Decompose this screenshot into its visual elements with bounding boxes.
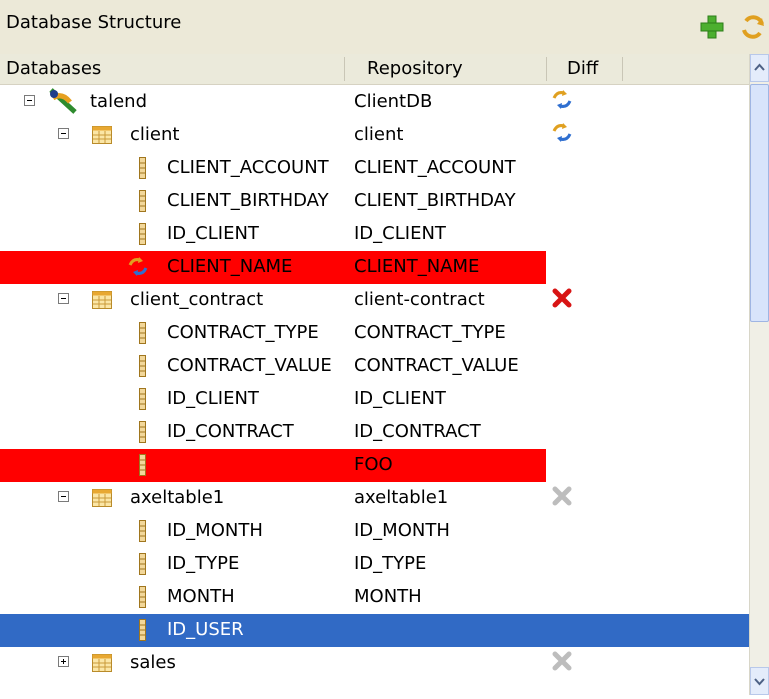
column-icon [139, 157, 146, 179]
column-icon [139, 190, 146, 212]
scroll-thumb[interactable] [750, 84, 769, 322]
row-highlight [0, 614, 749, 647]
database-name: axeltable1 [130, 487, 225, 508]
row-highlight [0, 449, 546, 482]
column-icon [139, 553, 146, 575]
tree-row[interactable]: ID_CLIENT ID_CLIENT [0, 383, 749, 416]
sync-icon [128, 257, 148, 276]
column-icon [139, 586, 146, 608]
repository-name: FOO [354, 454, 393, 475]
tree-row[interactable]: ID_CONTRACT ID_CONTRACT [0, 416, 749, 449]
repository-name: CONTRACT_TYPE [354, 322, 506, 343]
tree-row[interactable]: sales [0, 647, 749, 680]
sync-icon [552, 90, 572, 109]
database-name: ID_CLIENT [167, 388, 259, 409]
repository-name: ClientDB [354, 91, 433, 112]
repository-name: CONTRACT_VALUE [354, 355, 519, 376]
table-icon [92, 126, 112, 144]
database-name: CONTRACT_VALUE [167, 355, 332, 376]
database-connection-icon [49, 88, 77, 114]
repository-name: ID_MONTH [354, 520, 450, 541]
tree-row[interactable]: CONTRACT_VALUE CONTRACT_VALUE [0, 350, 749, 383]
database-name: CLIENT_ACCOUNT [167, 157, 329, 178]
database-name: CLIENT_NAME [167, 256, 293, 277]
repository-name: client [354, 124, 404, 145]
sync-icon [552, 123, 572, 142]
column-header-databases[interactable]: Databases [6, 58, 101, 79]
database-name: client_contract [130, 289, 264, 310]
tree-row[interactable]: CLIENT_ACCOUNT CLIENT_ACCOUNT [0, 152, 749, 185]
database-name: ID_MONTH [167, 520, 263, 541]
tree-row[interactable]: CLIENT_BIRTHDAY CLIENT_BIRTHDAY [0, 185, 749, 218]
repository-name: MONTH [354, 586, 422, 607]
refresh-icon[interactable] [738, 12, 768, 42]
repository-name: ID_CLIENT [354, 223, 446, 244]
column-separator[interactable] [622, 57, 623, 81]
column-header-diff[interactable]: Diff [567, 58, 598, 79]
delete-icon [552, 288, 572, 308]
collapse-icon[interactable] [58, 491, 69, 502]
tree-row[interactable]: MONTH MONTH [0, 581, 749, 614]
column-header: Databases Repository Diff [0, 54, 749, 85]
tree-row[interactable]: CONTRACT_TYPE CONTRACT_TYPE [0, 317, 749, 350]
database-name: ID_CLIENT [167, 223, 259, 244]
tree-row[interactable]: FOO [0, 449, 749, 482]
column-icon [139, 421, 146, 443]
tree-row[interactable]: client client [0, 119, 749, 152]
scroll-up-button[interactable] [750, 54, 769, 82]
vertical-scrollbar[interactable] [749, 54, 769, 695]
column-separator[interactable] [344, 57, 345, 81]
repository-name: ID_TYPE [354, 553, 427, 574]
tree-row[interactable]: CLIENT_NAME CLIENT_NAME [0, 251, 749, 284]
panel-header: Database Structure [0, 0, 769, 54]
scroll-down-button[interactable] [750, 667, 769, 695]
database-name: MONTH [167, 586, 235, 607]
database-name: client [130, 124, 180, 145]
tree-row[interactable]: ID_CLIENT ID_CLIENT [0, 218, 749, 251]
expand-icon[interactable] [58, 656, 69, 667]
table-icon [92, 489, 112, 507]
plus-icon[interactable] [697, 12, 727, 42]
database-name: ID_USER [167, 619, 244, 640]
tree-row[interactable]: ID_TYPE ID_TYPE [0, 548, 749, 581]
collapse-icon[interactable] [24, 95, 35, 106]
repository-name: ID_CONTRACT [354, 421, 481, 442]
repository-name: client-contract [354, 289, 485, 310]
database-name: CONTRACT_TYPE [167, 322, 319, 343]
chevron-up-icon [754, 63, 765, 71]
column-header-repository[interactable]: Repository [367, 58, 463, 79]
column-icon [139, 520, 146, 542]
database-name: ID_TYPE [167, 553, 240, 574]
delete-icon [552, 486, 572, 506]
tree-row[interactable]: ID_MONTH ID_MONTH [0, 515, 749, 548]
tree-table: talend ClientDB client client CLIENT_ACCOUNT… [0, 85, 749, 695]
column-icon [139, 619, 146, 641]
collapse-icon[interactable] [58, 293, 69, 304]
column-icon [139, 322, 146, 344]
database-name: CLIENT_BIRTHDAY [167, 190, 329, 211]
delete-icon [552, 651, 572, 671]
tree-row[interactable]: axeltable1 axeltable1 [0, 482, 749, 515]
repository-name: CLIENT_ACCOUNT [354, 157, 516, 178]
repository-name: axeltable1 [354, 487, 449, 508]
table-icon [92, 654, 112, 672]
panel-title: Database Structure [6, 12, 182, 33]
column-icon [139, 454, 146, 476]
repository-name: ID_CLIENT [354, 388, 446, 409]
collapse-icon[interactable] [58, 128, 69, 139]
tree-row[interactable]: talend ClientDB [0, 86, 749, 119]
column-separator[interactable] [546, 57, 547, 81]
database-name: ID_CONTRACT [167, 421, 294, 442]
database-name: talend [90, 91, 147, 112]
column-icon [139, 355, 146, 377]
column-icon [139, 223, 146, 245]
repository-name: CLIENT_NAME [354, 256, 480, 277]
repository-name: CLIENT_BIRTHDAY [354, 190, 516, 211]
table-icon [92, 291, 112, 309]
database-name: sales [130, 652, 176, 673]
column-icon [139, 388, 146, 410]
tree-row[interactable]: ID_USER [0, 614, 749, 647]
tree-row[interactable]: client_contract client-contract [0, 284, 749, 317]
chevron-down-icon [754, 678, 765, 686]
